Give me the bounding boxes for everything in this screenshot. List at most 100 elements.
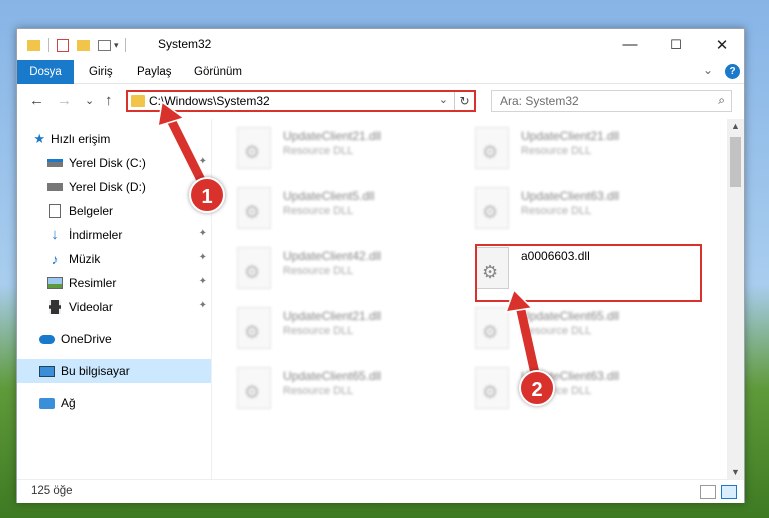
search-icon[interactable]: ⌕ — [718, 93, 725, 108]
music-icon: ♪ — [51, 251, 59, 267]
cloud-icon — [39, 334, 55, 344]
maximize-button[interactable]: ☐ — [653, 29, 699, 60]
sidebar-item-label: Müzik — [69, 252, 101, 266]
chevron-down-icon[interactable]: ⌄ — [439, 93, 448, 106]
pictures-icon — [47, 277, 63, 289]
file-item[interactable]: ⚙ UpdateClient65.dll Resource DLL — [213, 359, 413, 415]
sidebar-item-label: Yerel Disk (C:) — [69, 156, 146, 170]
sidebar-item-label: OneDrive — [61, 332, 112, 346]
sidebar-item-this-pc[interactable]: Bu bilgisayar — [17, 359, 211, 383]
tab-share[interactable]: Paylaş — [127, 60, 182, 84]
title-bar: ▾ System32 — ☐ ✕ — [17, 29, 744, 60]
sidebar-item-documents[interactable]: Belgeler ✦ — [17, 199, 211, 223]
file-item[interactable]: ⚙ UpdateClient21.dll Resource DLL — [213, 119, 413, 175]
forward-button[interactable]: → — [57, 92, 72, 109]
separator — [124, 38, 126, 52]
download-icon: ↓ — [51, 226, 59, 243]
tab-home[interactable]: Giriş — [79, 60, 123, 84]
dll-file-icon: ⚙ — [237, 307, 271, 349]
drive-icon — [47, 159, 63, 167]
file-name: UpdateClient21.dll — [283, 129, 382, 143]
sidebar-item-pictures[interactable]: Resimler ✦ — [17, 271, 211, 295]
pin-icon[interactable]: ✦ — [199, 252, 207, 263]
rename-icon[interactable] — [98, 39, 111, 51]
sidebar-item-local-disk-c[interactable]: Yerel Disk (C:) ✦ — [17, 151, 211, 175]
videos-icon — [49, 300, 61, 314]
sidebar-item-music[interactable]: ♪ Müzik ✦ — [17, 247, 211, 271]
file-name: UpdateClient65.dll — [521, 309, 620, 323]
sidebar-item-label: Hızlı erişim — [51, 132, 111, 146]
ribbon-collapse-icon[interactable]: ⌄ — [703, 63, 713, 77]
sidebar-item-label: İndirmeler — [69, 228, 123, 242]
sidebar-item-label: Resimler — [69, 276, 117, 290]
sidebar-item-videos[interactable]: Videolar ✦ — [17, 295, 211, 319]
file-description: Resource DLL — [283, 265, 354, 277]
item-count: 125 öğe — [31, 485, 73, 497]
scroll-up-icon[interactable]: ▲ — [731, 121, 740, 131]
file-name: UpdateClient21.dll — [283, 309, 382, 323]
sidebar-item-network[interactable]: Ağ — [17, 391, 211, 415]
pin-icon[interactable]: ✦ — [199, 276, 207, 287]
dll-file-icon: ⚙ — [475, 367, 509, 409]
search-input[interactable]: Ara: System32 — [500, 94, 579, 108]
new-folder-icon[interactable] — [77, 39, 90, 51]
tiles-view-icon[interactable] — [721, 485, 737, 499]
file-description: Resource DLL — [521, 145, 592, 157]
tab-file[interactable]: Dosya — [17, 60, 74, 84]
file-name: UpdateClient21.dll — [521, 129, 620, 143]
scrollbar-thumb[interactable] — [730, 137, 741, 187]
step-1-badge: 1 — [189, 177, 225, 213]
minimize-button[interactable]: — — [607, 29, 653, 60]
pane-divider[interactable] — [211, 119, 212, 479]
sidebar-item-label: Videolar — [69, 300, 113, 314]
file-item[interactable]: ⚙ UpdateClient63.dll Resource DLL — [451, 179, 651, 235]
file-description: Resource DLL — [521, 325, 592, 337]
folder-icon — [27, 39, 40, 51]
vertical-scrollbar[interactable]: ▲ ▼ — [727, 119, 744, 479]
folder-icon — [131, 95, 145, 107]
documents-icon — [49, 204, 61, 218]
file-item[interactable]: ⚙ UpdateClient65.dll Resource DLL — [451, 299, 651, 355]
file-description: Resource DLL — [521, 205, 592, 217]
up-button[interactable]: ↑ — [105, 92, 113, 109]
file-item[interactable]: ⚙ UpdateClient42.dll Resource DLL — [213, 239, 413, 295]
refresh-button[interactable]: ↻ — [454, 92, 474, 110]
status-bar: 125 öğe — [17, 479, 744, 503]
sidebar-item-downloads[interactable]: ↓ İndirmeler ✦ — [17, 223, 211, 247]
pin-icon[interactable]: ✦ — [199, 156, 207, 167]
sidebar-item-label: Ağ — [61, 396, 76, 410]
sidebar-item-local-disk-d[interactable]: Yerel Disk (D:) ✦ — [17, 175, 211, 199]
file-item[interactable]: ⚙ UpdateClient21.dll Resource DLL — [451, 119, 651, 175]
file-name: UpdateClient5.dll — [283, 189, 375, 203]
pin-icon[interactable]: ✦ — [199, 228, 207, 239]
step-2-badge: 2 — [519, 370, 555, 406]
customize-toolbar-icon[interactable]: ▾ — [114, 40, 119, 51]
sidebar-item-onedrive[interactable]: OneDrive — [17, 327, 211, 351]
network-icon — [39, 397, 55, 409]
details-view-icon[interactable] — [700, 485, 716, 499]
file-item[interactable]: ⚙ UpdateClient21.dll Resource DLL — [213, 299, 413, 355]
help-icon[interactable]: ? — [725, 64, 740, 79]
dll-file-icon: ⚙ — [475, 187, 509, 229]
search-box[interactable]: Ara: System32 ⌕ — [491, 90, 732, 112]
address-path[interactable]: C:\Windows\System32 — [149, 94, 270, 108]
drive-icon — [47, 183, 63, 191]
sidebar-item-quick-access[interactable]: ★ Hızlı erişim — [17, 127, 211, 151]
file-description: Resource DLL — [283, 385, 354, 397]
file-item[interactable]: ⚙ UpdateClient5.dll Resource DLL — [213, 179, 413, 235]
explorer-window: ▾ System32 — ☐ ✕ Dosya Giriş Paylaş Görü… — [16, 28, 745, 503]
sidebar-item-label: Bu bilgisayar — [61, 364, 130, 378]
sidebar-item-label: Belgeler — [69, 204, 114, 218]
tab-view[interactable]: Görünüm — [184, 60, 252, 84]
pin-icon[interactable]: ✦ — [199, 300, 207, 311]
scroll-down-icon[interactable]: ▼ — [731, 467, 740, 477]
back-button[interactable]: ← — [29, 92, 44, 109]
properties-icon[interactable] — [57, 38, 69, 52]
star-icon: ★ — [33, 131, 45, 146]
recent-locations-button[interactable]: ⌄ — [85, 94, 94, 107]
address-bar[interactable]: C:\Windows\System32 ⌄ ↻ — [126, 90, 476, 112]
close-button[interactable]: ✕ — [699, 29, 745, 60]
file-description: Resource DLL — [283, 325, 354, 337]
computer-icon — [39, 365, 55, 377]
dll-file-icon: ⚙ — [475, 127, 509, 169]
